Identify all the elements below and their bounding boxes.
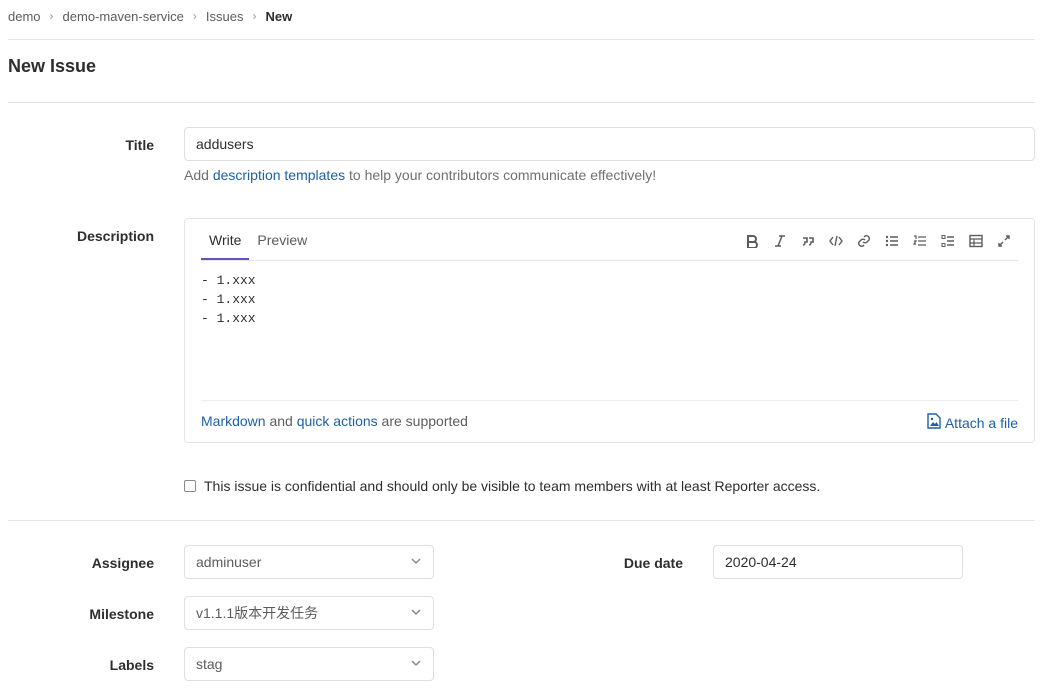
divider xyxy=(8,520,1035,521)
footer-and: and xyxy=(265,413,297,429)
tab-write[interactable]: Write xyxy=(201,219,250,260)
bullet-list-icon[interactable] xyxy=(878,232,906,250)
breadcrumb-issues[interactable]: Issues xyxy=(206,9,244,24)
milestone-dropdown[interactable]: v1.1.1版本开发任务 xyxy=(184,596,434,630)
divider xyxy=(8,39,1035,40)
markdown-link[interactable]: Markdown xyxy=(201,413,266,429)
due-date-label: Due date xyxy=(623,555,683,571)
quote-icon[interactable] xyxy=(794,232,822,250)
labels-label: Labels xyxy=(109,657,154,673)
confidential-label: This issue is confidential and should on… xyxy=(204,478,821,494)
description-textarea[interactable]: - 1.xxx - 1.xxx - 1.xxx xyxy=(201,271,256,328)
page-title: New Issue xyxy=(8,56,97,76)
due-date-input[interactable]: 2020-04-24 xyxy=(713,545,963,579)
description-editor: Write Preview - 1.xxx - 1.xxx - 1.xxx Ma… xyxy=(184,218,1035,443)
templates-help: Add description templates to help your c… xyxy=(184,167,656,183)
image-file-icon xyxy=(927,413,941,432)
chevron-down-icon xyxy=(410,656,422,672)
chevron-right-icon: › xyxy=(252,9,257,23)
chevron-right-icon: › xyxy=(192,9,197,23)
code-icon[interactable] xyxy=(822,232,850,250)
markdown-toolbar xyxy=(738,232,1018,250)
quick-actions-link[interactable]: quick actions xyxy=(297,413,378,429)
editor-tabs: Write Preview xyxy=(201,219,315,261)
help-prefix: Add xyxy=(184,167,213,183)
attach-file-button[interactable]: Attach a file xyxy=(927,413,1018,432)
italic-icon[interactable] xyxy=(766,232,794,250)
chevron-down-icon xyxy=(410,554,422,570)
footer-suffix: are supported xyxy=(377,413,468,429)
markdown-help: Markdown and quick actions are supported xyxy=(201,413,468,429)
breadcrumb: demo › demo-maven-service › Issues › New xyxy=(8,8,292,24)
attach-file-label: Attach a file xyxy=(944,414,1018,431)
help-suffix: to help your contributors communicate ef… xyxy=(345,167,657,183)
tab-preview[interactable]: Preview xyxy=(249,219,315,260)
fullscreen-icon[interactable] xyxy=(990,232,1018,250)
assignee-dropdown[interactable]: adminuser xyxy=(184,545,434,579)
task-list-icon[interactable] xyxy=(934,232,962,250)
divider xyxy=(8,102,1035,103)
breadcrumb-current[interactable]: New xyxy=(265,9,292,24)
divider xyxy=(201,260,1018,261)
bold-icon[interactable] xyxy=(738,232,766,250)
milestone-label: Milestone xyxy=(89,606,154,622)
chevron-down-icon xyxy=(410,605,422,621)
breadcrumb-demo[interactable]: demo xyxy=(8,9,41,24)
divider xyxy=(201,400,1018,401)
link-icon[interactable] xyxy=(850,232,878,250)
chevron-right-icon: › xyxy=(49,9,54,23)
confidential-option: This issue is confidential and should on… xyxy=(184,478,820,494)
title-input[interactable]: addusers xyxy=(184,127,1035,161)
table-icon[interactable] xyxy=(962,232,990,250)
title-label: Title xyxy=(125,137,154,153)
description-templates-link[interactable]: description templates xyxy=(213,167,345,183)
breadcrumb-project[interactable]: demo-maven-service xyxy=(63,9,184,24)
confidential-checkbox[interactable] xyxy=(184,480,196,492)
labels-value: stag xyxy=(196,656,223,672)
assignee-value: adminuser xyxy=(196,554,262,570)
numbered-list-icon[interactable] xyxy=(906,232,934,250)
assignee-label: Assignee xyxy=(91,555,154,571)
milestone-value: v1.1.1版本开发任务 xyxy=(196,605,319,621)
labels-dropdown[interactable]: stag xyxy=(184,647,434,681)
description-label: Description xyxy=(76,228,154,244)
